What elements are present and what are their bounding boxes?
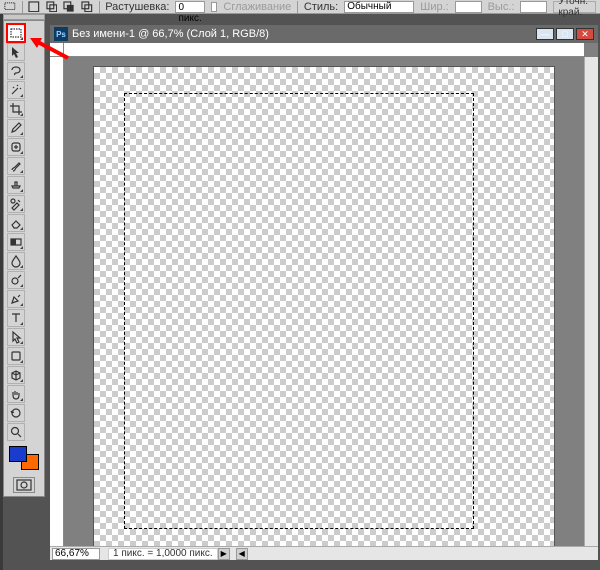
tool-magic-wand[interactable]	[7, 81, 25, 99]
selection-intersect-icon[interactable]	[81, 1, 93, 13]
selection-subtract-icon[interactable]	[63, 1, 75, 13]
tool-zoom[interactable]	[7, 423, 25, 441]
quick-mask-toggle[interactable]	[13, 477, 35, 493]
tool-blur[interactable]	[7, 252, 25, 270]
tool-pen[interactable]	[7, 290, 25, 308]
feather-label: Растушевка:	[105, 1, 169, 13]
tool-gradient[interactable]	[7, 233, 25, 251]
tool-shapes[interactable]	[7, 347, 25, 365]
document-titlebar[interactable]: Ps Без имени-1 @ 66,7% (Слой 1, RGB/8) —…	[50, 25, 598, 43]
width-label: Шир.:	[420, 1, 448, 13]
tool-dodge[interactable]	[7, 271, 25, 289]
marquee-selection[interactable]	[124, 93, 474, 529]
divider	[22, 1, 23, 13]
selection-new-icon[interactable]	[28, 1, 40, 13]
antialias-label: Сглаживание	[223, 1, 291, 13]
tool-rotate-view[interactable]	[7, 404, 25, 422]
ruler-vertical[interactable]	[50, 57, 64, 546]
options-bar: Растушевка: 0 пикс. Сглаживание Стиль: О…	[0, 0, 600, 14]
divider	[297, 1, 298, 13]
selection-add-icon[interactable]	[46, 1, 58, 13]
tool-3d[interactable]	[7, 366, 25, 384]
status-info[interactable]: 1 пикс. = 1,0000 пикс.	[108, 548, 218, 560]
tool-marquee-rect[interactable]	[7, 24, 25, 42]
tool-move[interactable]	[7, 43, 25, 61]
marquee-preset-icon[interactable]	[4, 1, 16, 13]
color-swatches[interactable]	[7, 446, 41, 472]
document-window: 66,67% 1 пикс. = 1,0000 пикс. ▶ ◀	[50, 43, 598, 560]
tool-clone-stamp[interactable]	[7, 176, 25, 194]
style-label: Стиль:	[304, 1, 338, 13]
tool-history-brush[interactable]	[7, 195, 25, 213]
maximize-button[interactable]: □	[556, 28, 574, 40]
tools-panel	[3, 20, 45, 497]
minimize-button[interactable]: —	[536, 28, 554, 40]
scrollbar-horizontal[interactable]: ◀	[236, 548, 598, 560]
height-label: Выс.:	[488, 1, 515, 13]
canvas-artboard[interactable]	[94, 67, 554, 546]
canvas-viewport[interactable]	[64, 57, 584, 546]
ruler-horizontal[interactable]	[64, 43, 584, 57]
refine-edge-button[interactable]: Уточн. край.	[553, 1, 596, 13]
close-button[interactable]: ✕	[576, 28, 594, 40]
tool-eraser[interactable]	[7, 214, 25, 232]
scrollbar-vertical[interactable]	[584, 57, 598, 546]
tool-hand[interactable]	[7, 385, 25, 403]
tool-type[interactable]	[7, 309, 25, 327]
document-title: Без имени-1 @ 66,7% (Слой 1, RGB/8)	[72, 28, 536, 40]
tool-brush[interactable]	[7, 157, 25, 175]
divider	[99, 1, 100, 13]
window-controls: — □ ✕	[536, 28, 594, 40]
foreground-color-swatch[interactable]	[9, 446, 27, 462]
height-input	[520, 1, 547, 13]
ruler-origin[interactable]	[50, 43, 64, 57]
antialias-checkbox	[211, 2, 218, 12]
status-flyout-icon[interactable]: ▶	[218, 548, 230, 560]
status-bar: 66,67% 1 пикс. = 1,0000 пикс. ▶ ◀	[50, 546, 598, 560]
tool-lasso[interactable]	[7, 62, 25, 80]
tool-eyedropper[interactable]	[7, 119, 25, 137]
app-icon: Ps	[54, 27, 68, 41]
style-select[interactable]: Обычный	[344, 1, 414, 13]
scroll-left-icon[interactable]: ◀	[236, 548, 248, 560]
feather-input[interactable]: 0 пикс.	[175, 1, 204, 13]
tool-path-select[interactable]	[7, 328, 25, 346]
tool-crop[interactable]	[7, 100, 25, 118]
tool-healing-brush[interactable]	[7, 138, 25, 156]
zoom-field[interactable]: 66,67%	[52, 548, 100, 560]
width-input	[455, 1, 482, 13]
